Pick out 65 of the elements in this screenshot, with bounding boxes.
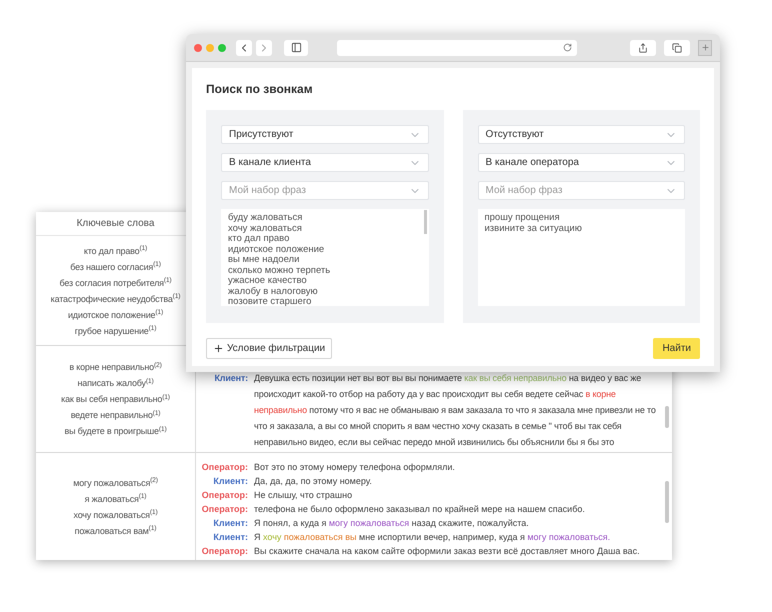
dropdown[interactable]: В канале клиента xyxy=(221,153,428,172)
dropdown[interactable]: В канале оператора xyxy=(478,153,685,172)
keyword[interactable]: пожаловаться вам$^{(1)}$ xyxy=(74,522,156,538)
phrase-line: хочу жаловаться xyxy=(228,224,303,234)
transcript-text: Я понял, а куда я могу пожаловаться назад скажите, пожалуйста. xyxy=(254,517,529,530)
transcript-text: Не слышу, что страшно xyxy=(254,489,352,502)
phrase-line: прошу прощения xyxy=(484,213,561,224)
scrollbar[interactable] xyxy=(665,481,669,523)
phrase-line: идиотское положение xyxy=(228,244,326,255)
dropdown[interactable]: Присутствуют xyxy=(221,125,428,144)
phrase-line: позовите старшего xyxy=(228,297,312,306)
tabs-button[interactable] xyxy=(664,40,690,56)
transcript-text: Я хочу пожаловаться вы мне испортили вечер, например, куда я могу пожаловаться. xyxy=(254,531,610,544)
back-button[interactable] xyxy=(236,40,252,56)
phrase-line: жалобу в налоговую xyxy=(228,286,319,297)
phrase-line: извините за ситуацию xyxy=(484,224,583,234)
phrases-field[interactable]: буду жаловаться хочу жаловаться кто дал право идиотское положение вы мне надоели сколько можно терпеть ужасное качество жалобу в налоговую позовите старшего xyxy=(221,209,428,306)
transcript-text: Да, да, да, по этому номеру. xyxy=(254,475,372,488)
keyword[interactable]: как вы себя неправильно$^{(1)}$ xyxy=(61,391,170,407)
speaker-label: Клиент: xyxy=(212,517,249,530)
phrase-line: сколько можно терпеть xyxy=(228,266,332,276)
scrollbar[interactable] xyxy=(665,406,669,428)
tabs-icon xyxy=(672,42,682,52)
transcript-text: Девушка есть позиции нет вы вот вы вы понимаете как вы себя неправильно на видео у вас же происходит какой-то отбор на работу да у вас происходит вы себя ведете сейчас в корне неправильно потому что я вас не обманываю я вам заказала то что я заказала мне привезли не то что я заказала, а вы со мной спорить я вам честно хочу сказать в семье " чтоб вы так себя неправильно видео, если вы сейчас передо мной извинились бы объяснили бы я бы это xyxy=(254,372,657,449)
dropdown[interactable]: Отсутствуют xyxy=(478,125,685,144)
share-button[interactable] xyxy=(630,40,656,56)
new-tab-button[interactable] xyxy=(698,40,712,56)
keyword[interactable]: без согласия потребителя$^{(1)}$ xyxy=(60,274,172,290)
page-title: Поиск по звонкам xyxy=(206,81,314,98)
speaker-label: Клиент: xyxy=(213,372,249,385)
phrase-line: буду жаловаться xyxy=(228,213,304,224)
keyword[interactable]: я жаловаться$^{(1)}$ xyxy=(84,490,146,506)
keyword[interactable]: хочу пожаловаться$^{(1)}$ xyxy=(74,506,158,522)
speaker-label: Клиент: xyxy=(212,531,249,544)
share-icon xyxy=(638,42,648,52)
phrase-line: кто дал право xyxy=(228,234,290,244)
speaker-label: Оператор: xyxy=(200,503,249,516)
add-condition-button[interactable]: Условие фильтрации xyxy=(206,338,332,359)
speaker-label: Оператор: xyxy=(200,461,249,474)
keyword[interactable]: могу пожаловаться$^{(2)}$ xyxy=(73,474,158,490)
phrases-field[interactable]: прошу прощения извините за ситуацию xyxy=(478,209,685,306)
speaker-label: Оператор: xyxy=(200,545,249,558)
transcript-text: Вы скажите сначала на каком сайте оформили заказ везти всё доставляет много Даша вас. xyxy=(254,545,640,558)
keyword[interactable]: катастрофические неудобства$^{(1)}$ xyxy=(50,290,180,306)
find-button[interactable]: Найти xyxy=(653,338,700,359)
transcript-text: телефона не было оформлено заказывал по крайней мере на нашем спасибо. xyxy=(254,503,585,516)
phrase-line: ужасное качество xyxy=(228,276,308,286)
transcript-text: Вот это по этому номеру телефона оформляли. xyxy=(254,461,455,474)
reload-icon[interactable] xyxy=(563,43,572,52)
keyword[interactable]: кто дал право$^{(1)}$ xyxy=(84,242,148,258)
keyword[interactable]: в корне неправильно$^{(2)}$ xyxy=(69,359,162,375)
plus-icon xyxy=(213,343,224,354)
keyword[interactable]: написать жалобу$^{(1)}$ xyxy=(78,375,154,391)
keyword[interactable]: идиотское положение$^{(1)}$ xyxy=(68,306,163,322)
speaker-label: Оператор: xyxy=(200,489,249,502)
speaker-label: Клиент: xyxy=(212,475,249,488)
sidebar-icon xyxy=(290,42,302,53)
sidebar-button[interactable] xyxy=(284,40,308,56)
keyword[interactable]: грубое нарушение$^{(1)}$ xyxy=(74,322,156,338)
keyword[interactable]: вы будете в проигрыше$^{(1)}$ xyxy=(64,423,167,439)
plus-icon xyxy=(700,43,710,52)
scrollbar[interactable] xyxy=(424,210,426,234)
keyword[interactable]: без нашего согласия$^{(1)}$ xyxy=(70,258,161,274)
keyword[interactable]: ведете неправильно$^{(1)}$ xyxy=(70,407,160,423)
phrase-line: вы мне надоели xyxy=(228,255,300,266)
